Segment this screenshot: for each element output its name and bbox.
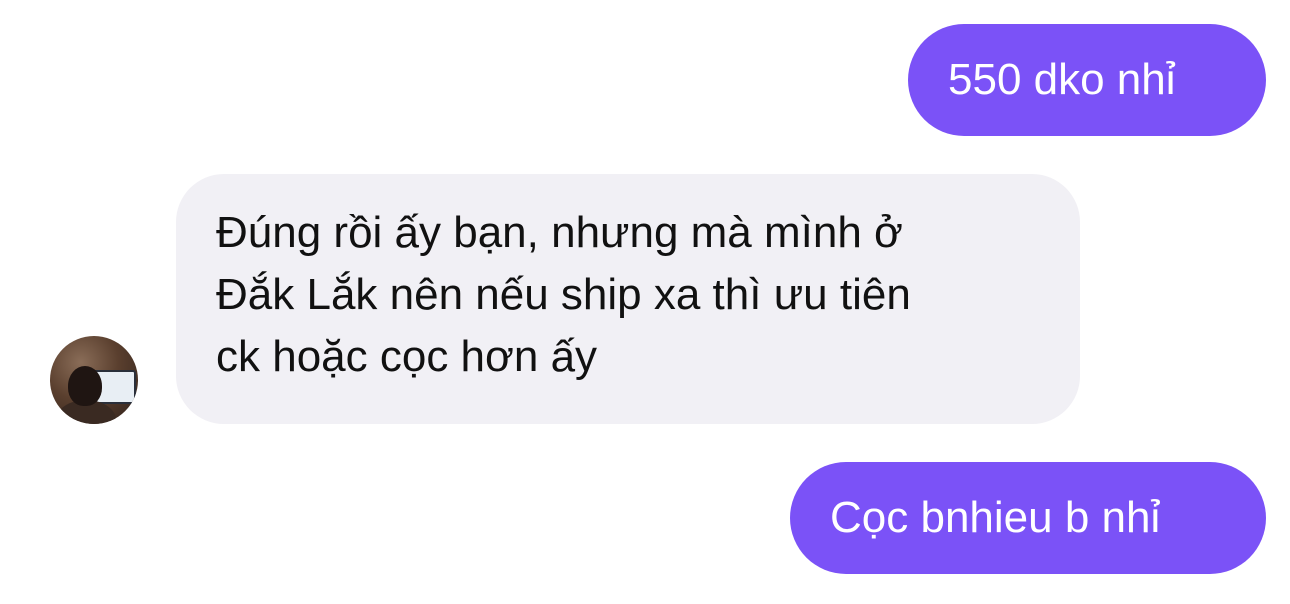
message-text-line: ck hoặc cọc hơn ấy (216, 332, 598, 381)
message-text-line: Đắk Lắk nên nếu ship xa thì ưu tiên (216, 270, 911, 319)
message-text: Cọc bnhieu b nhỉ (830, 493, 1161, 542)
avatar-head (68, 366, 102, 406)
incoming-message-bubble[interactable]: Đúng rồi ấy bạn, nhưng mà mình ở Đắk Lắk… (176, 174, 1080, 424)
contact-avatar[interactable] (50, 336, 138, 424)
message-text-line: Đúng rồi ấy bạn, nhưng mà mình ở (216, 208, 903, 257)
outgoing-message-bubble[interactable]: 550 dko nhỉ (908, 24, 1266, 136)
chat-thread: 550 dko nhỉ Đúng rồi ấy bạn, nhưng mà mì… (0, 0, 1290, 604)
message-text: 550 dko nhỉ (948, 55, 1176, 104)
outgoing-message-bubble[interactable]: Cọc bnhieu b nhỉ (790, 462, 1266, 574)
